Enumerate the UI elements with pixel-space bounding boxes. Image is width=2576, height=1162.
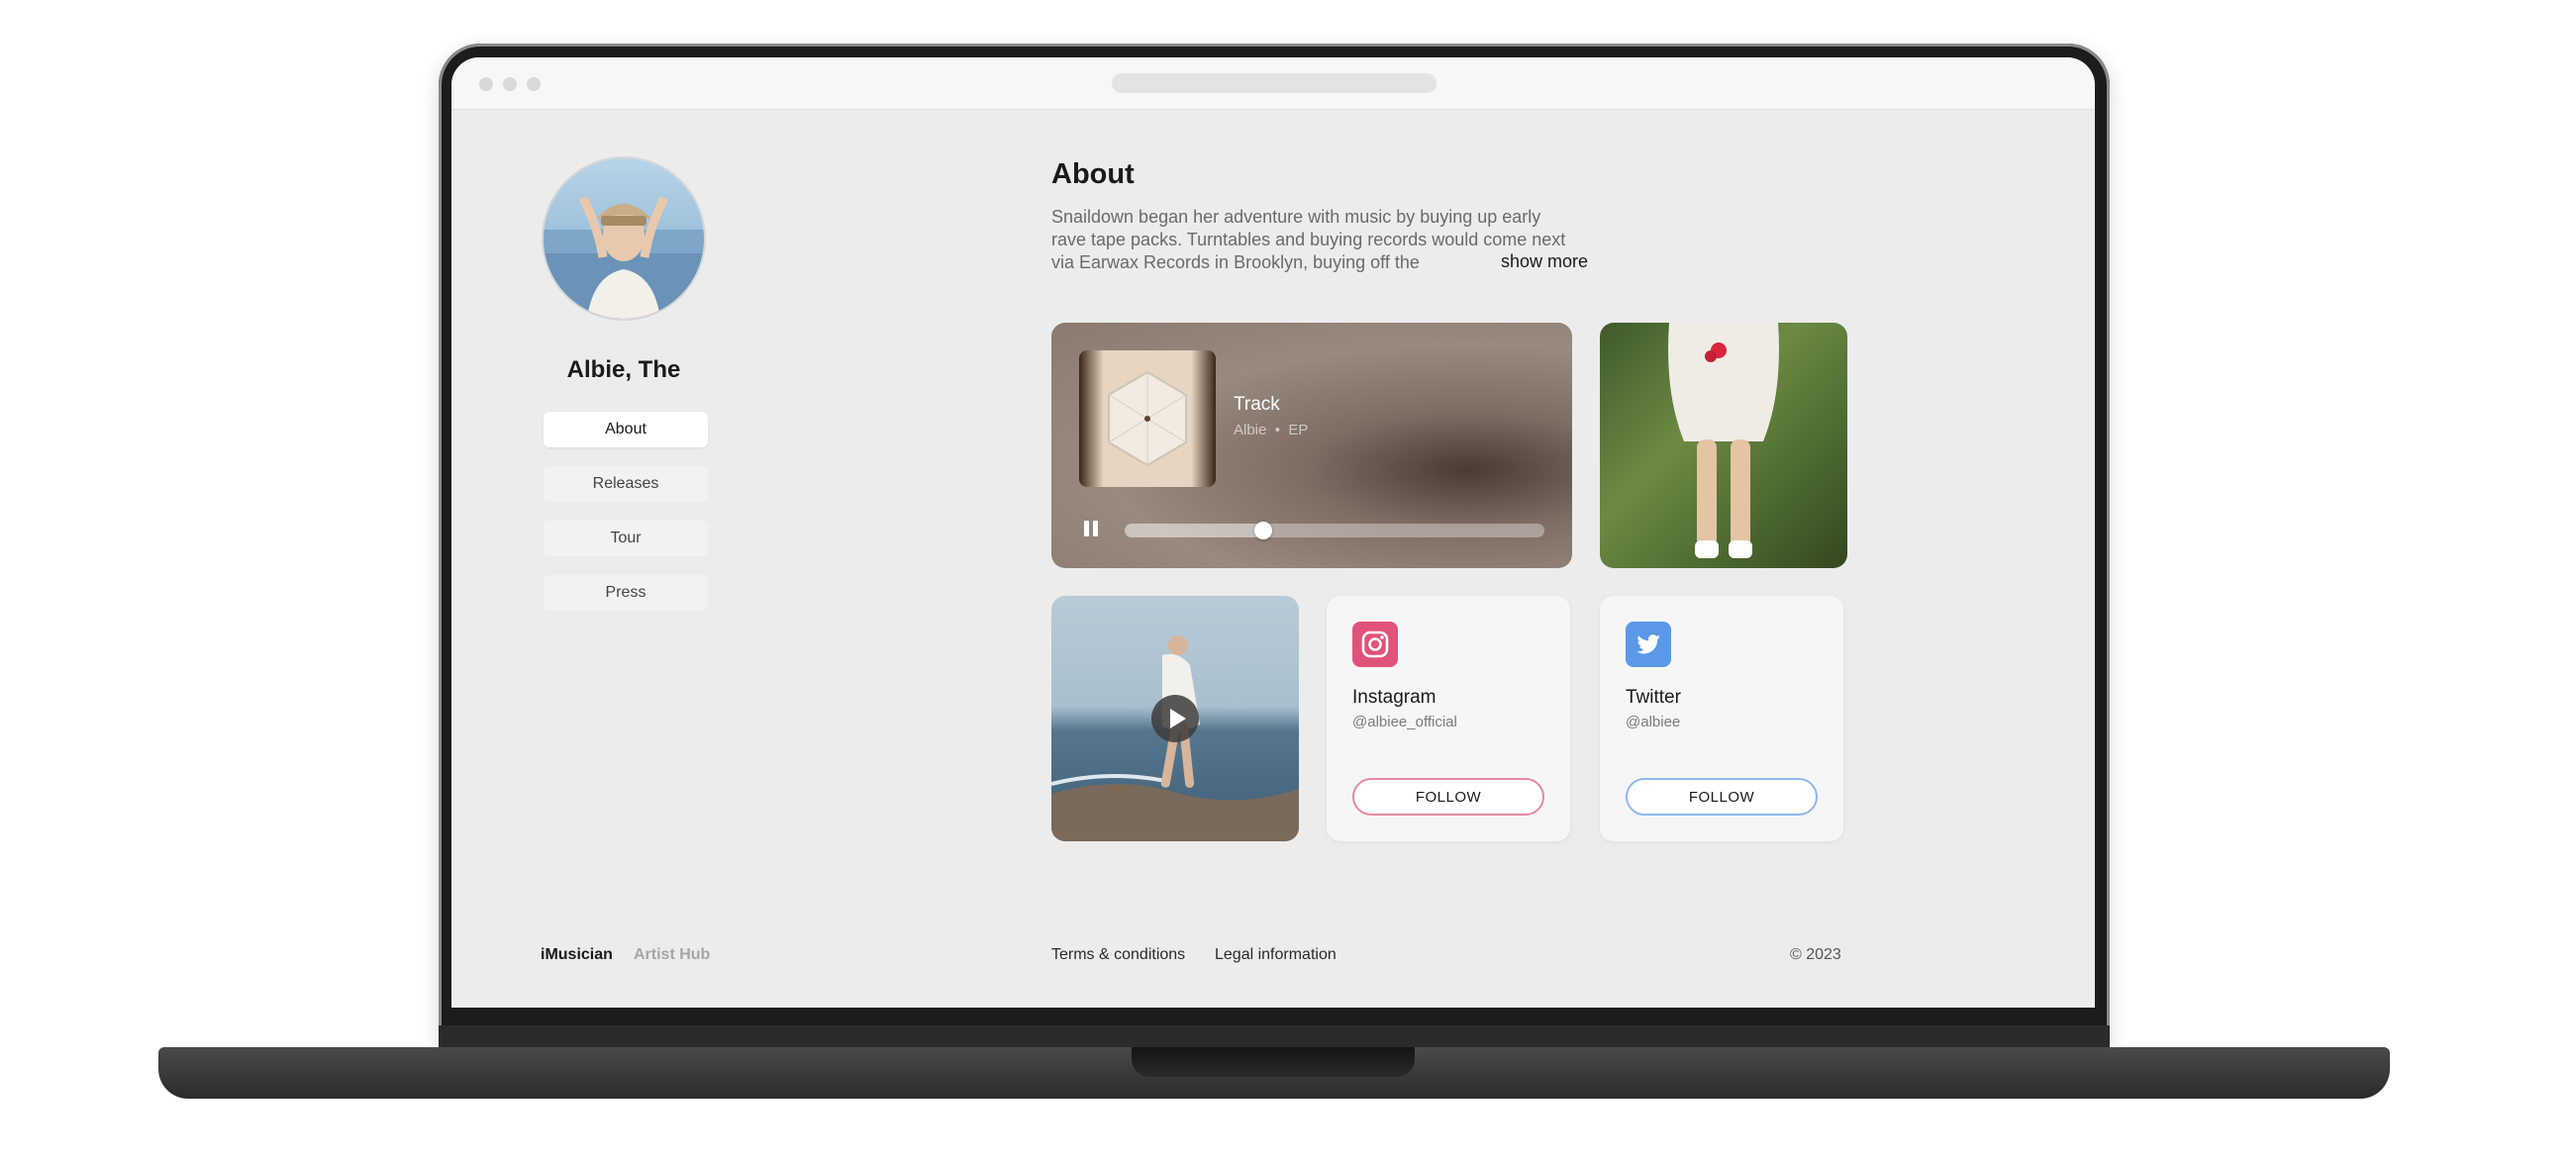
twitter-bird-glyph bbox=[1636, 634, 1660, 654]
instagram-glyph bbox=[1361, 630, 1389, 658]
footer-brand-sub: Artist Hub bbox=[634, 946, 711, 963]
progress-handle[interactable] bbox=[1253, 522, 1272, 539]
show-more-link[interactable]: show more bbox=[1471, 251, 1589, 272]
window-minimize-dot[interactable] bbox=[503, 77, 517, 91]
window-close-dot[interactable] bbox=[479, 77, 493, 91]
artist-name: Albie, The bbox=[566, 356, 681, 383]
footer-copyright: © 2023 bbox=[1790, 946, 1841, 963]
instagram-name: Instagram bbox=[1352, 687, 1437, 708]
instagram-handle: @albiee_official bbox=[1352, 714, 1457, 730]
laptop-hinge bbox=[439, 1025, 2110, 1047]
twitter-icon[interactable] bbox=[1626, 622, 1671, 667]
twitter-card: Twitter @albiee FOLLOW bbox=[1600, 596, 1843, 841]
nav-about-button[interactable]: About bbox=[544, 412, 708, 447]
track-release-type: EP bbox=[1288, 422, 1309, 438]
play-button[interactable] bbox=[1151, 695, 1199, 742]
photo-field-dress[interactable] bbox=[1600, 323, 1847, 568]
twitter-handle: @albiee bbox=[1626, 714, 1681, 730]
browser-toolbar bbox=[451, 57, 2095, 110]
pause-button[interactable] bbox=[1077, 515, 1105, 542]
twitter-follow-button[interactable]: FOLLOW bbox=[1626, 778, 1818, 816]
video-thumbnail[interactable] bbox=[1051, 596, 1299, 841]
track-meta: Albie • EP bbox=[1234, 422, 1308, 438]
nav-press-button[interactable]: Press bbox=[544, 575, 708, 611]
track-title: Track bbox=[1234, 394, 1280, 415]
browser-window: Albie, The About Releases Tour Press Abo… bbox=[451, 57, 2095, 1008]
laptop-notch bbox=[1132, 1047, 1415, 1077]
nav-tour-button[interactable]: Tour bbox=[544, 521, 708, 556]
artist-avatar bbox=[544, 158, 704, 319]
footer-brand[interactable]: iMusician bbox=[541, 946, 613, 964]
progress-bar[interactable] bbox=[1125, 522, 1544, 539]
track-artist: Albie bbox=[1234, 422, 1267, 438]
footer-legal-link[interactable]: Legal information bbox=[1215, 946, 1337, 964]
address-bar[interactable] bbox=[1112, 73, 1437, 93]
twitter-name: Twitter bbox=[1626, 687, 1681, 708]
album-cover-art bbox=[1108, 370, 1187, 467]
music-player-card: Track Albie • EP bbox=[1051, 323, 1572, 568]
instagram-card: Instagram @albiee_official FOLLOW bbox=[1327, 596, 1570, 841]
window-maximize-dot[interactable] bbox=[527, 77, 541, 91]
field-photo-art bbox=[1668, 323, 1779, 558]
avatar-photo bbox=[544, 195, 704, 319]
nav-releases-button[interactable]: Releases bbox=[544, 466, 708, 502]
instagram-follow-button[interactable]: FOLLOW bbox=[1352, 778, 1544, 816]
play-icon bbox=[1170, 709, 1186, 728]
footer-terms-link[interactable]: Terms & conditions bbox=[1051, 946, 1185, 964]
instagram-icon[interactable] bbox=[1352, 622, 1398, 667]
about-heading: About bbox=[1051, 158, 1135, 190]
meta-separator: • bbox=[1274, 422, 1280, 438]
about-text-fade bbox=[1051, 273, 1576, 291]
progress-fill bbox=[1125, 524, 1263, 537]
album-cover[interactable] bbox=[1079, 350, 1216, 487]
pause-icon bbox=[1084, 521, 1098, 536]
